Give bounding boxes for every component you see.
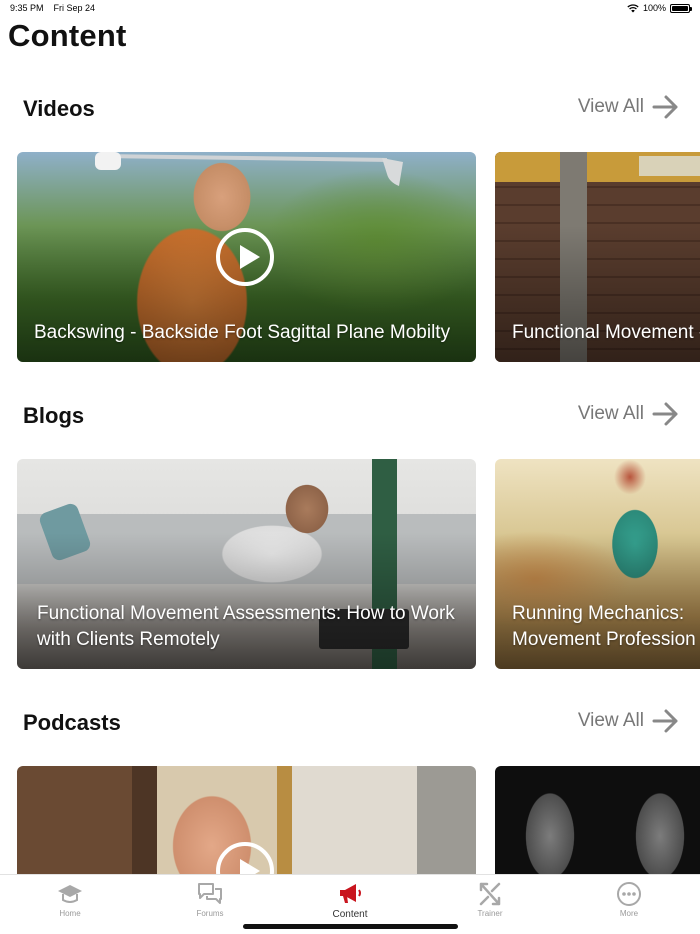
- tab-home[interactable]: Home: [30, 881, 110, 918]
- videos-view-all-button[interactable]: View All: [578, 94, 680, 120]
- battery-percent: 100%: [642, 3, 666, 13]
- chat-bubbles-icon: [198, 883, 222, 904]
- view-all-label: View All: [577, 96, 644, 117]
- blogs-view-all-button[interactable]: View All: [578, 401, 680, 427]
- ellipsis-circle-icon: [617, 882, 641, 906]
- arrow-right-icon: [652, 709, 678, 733]
- graduation-cap-icon: [58, 885, 82, 903]
- podcasts-header: Podcasts View All: [0, 704, 700, 744]
- wifi-icon: [627, 3, 639, 12]
- video-card[interactable]: Backswing - Backside Foot Sagittal Plane…: [17, 152, 476, 362]
- section-title-videos: Videos: [23, 96, 95, 121]
- status-time: 9:35 PM: [10, 3, 44, 13]
- megaphone-icon: [340, 884, 361, 903]
- blog-card[interactable]: Running Mechanics: Movement Profession: [495, 459, 700, 669]
- blogs-header: Blogs View All: [0, 397, 700, 437]
- status-bar: 9:35 PM Fri Sep 24 100%: [0, 0, 700, 16]
- blog-card[interactable]: Functional Movement Assessments: How to …: [17, 459, 476, 669]
- podcasts-view-all-button[interactable]: View All: [578, 708, 680, 734]
- blog-title: Running Mechanics: Movement Profession: [512, 603, 696, 650]
- arrow-right-icon: [652, 95, 678, 119]
- video-card[interactable]: Functional Movement - Vlog Part 2: [495, 152, 700, 362]
- view-all-label: View All: [577, 403, 644, 424]
- blog-title: Functional Movement Assessments: How to …: [37, 603, 455, 650]
- view-all-label: View All: [577, 710, 644, 731]
- tab-content[interactable]: Content: [310, 881, 390, 920]
- arrow-right-icon: [652, 402, 678, 426]
- tab-trainer[interactable]: Trainer: [450, 881, 530, 918]
- expand-arrows-icon: [479, 882, 501, 906]
- video-title: Backswing - Backside Foot Sagittal Plane…: [34, 322, 451, 343]
- tab-forums[interactable]: Forums: [170, 881, 250, 918]
- battery-icon: [670, 3, 692, 13]
- blogs-carousel[interactable]: Functional Movement Assessments: How to …: [17, 459, 700, 669]
- videos-carousel[interactable]: Backswing - Backside Foot Sagittal Plane…: [17, 152, 700, 362]
- video-title: Functional Movement - Vlog Part 2: [512, 322, 700, 343]
- section-title-blogs: Blogs: [23, 403, 85, 428]
- status-date: Fri Sep 24: [53, 3, 96, 13]
- home-indicator[interactable]: [243, 924, 458, 929]
- section-title-podcasts: Podcasts: [23, 710, 121, 735]
- tab-more[interactable]: More: [589, 881, 669, 918]
- videos-header: Videos View All: [0, 90, 700, 130]
- play-icon[interactable]: [216, 228, 274, 286]
- page-title: Content: [8, 18, 127, 53]
